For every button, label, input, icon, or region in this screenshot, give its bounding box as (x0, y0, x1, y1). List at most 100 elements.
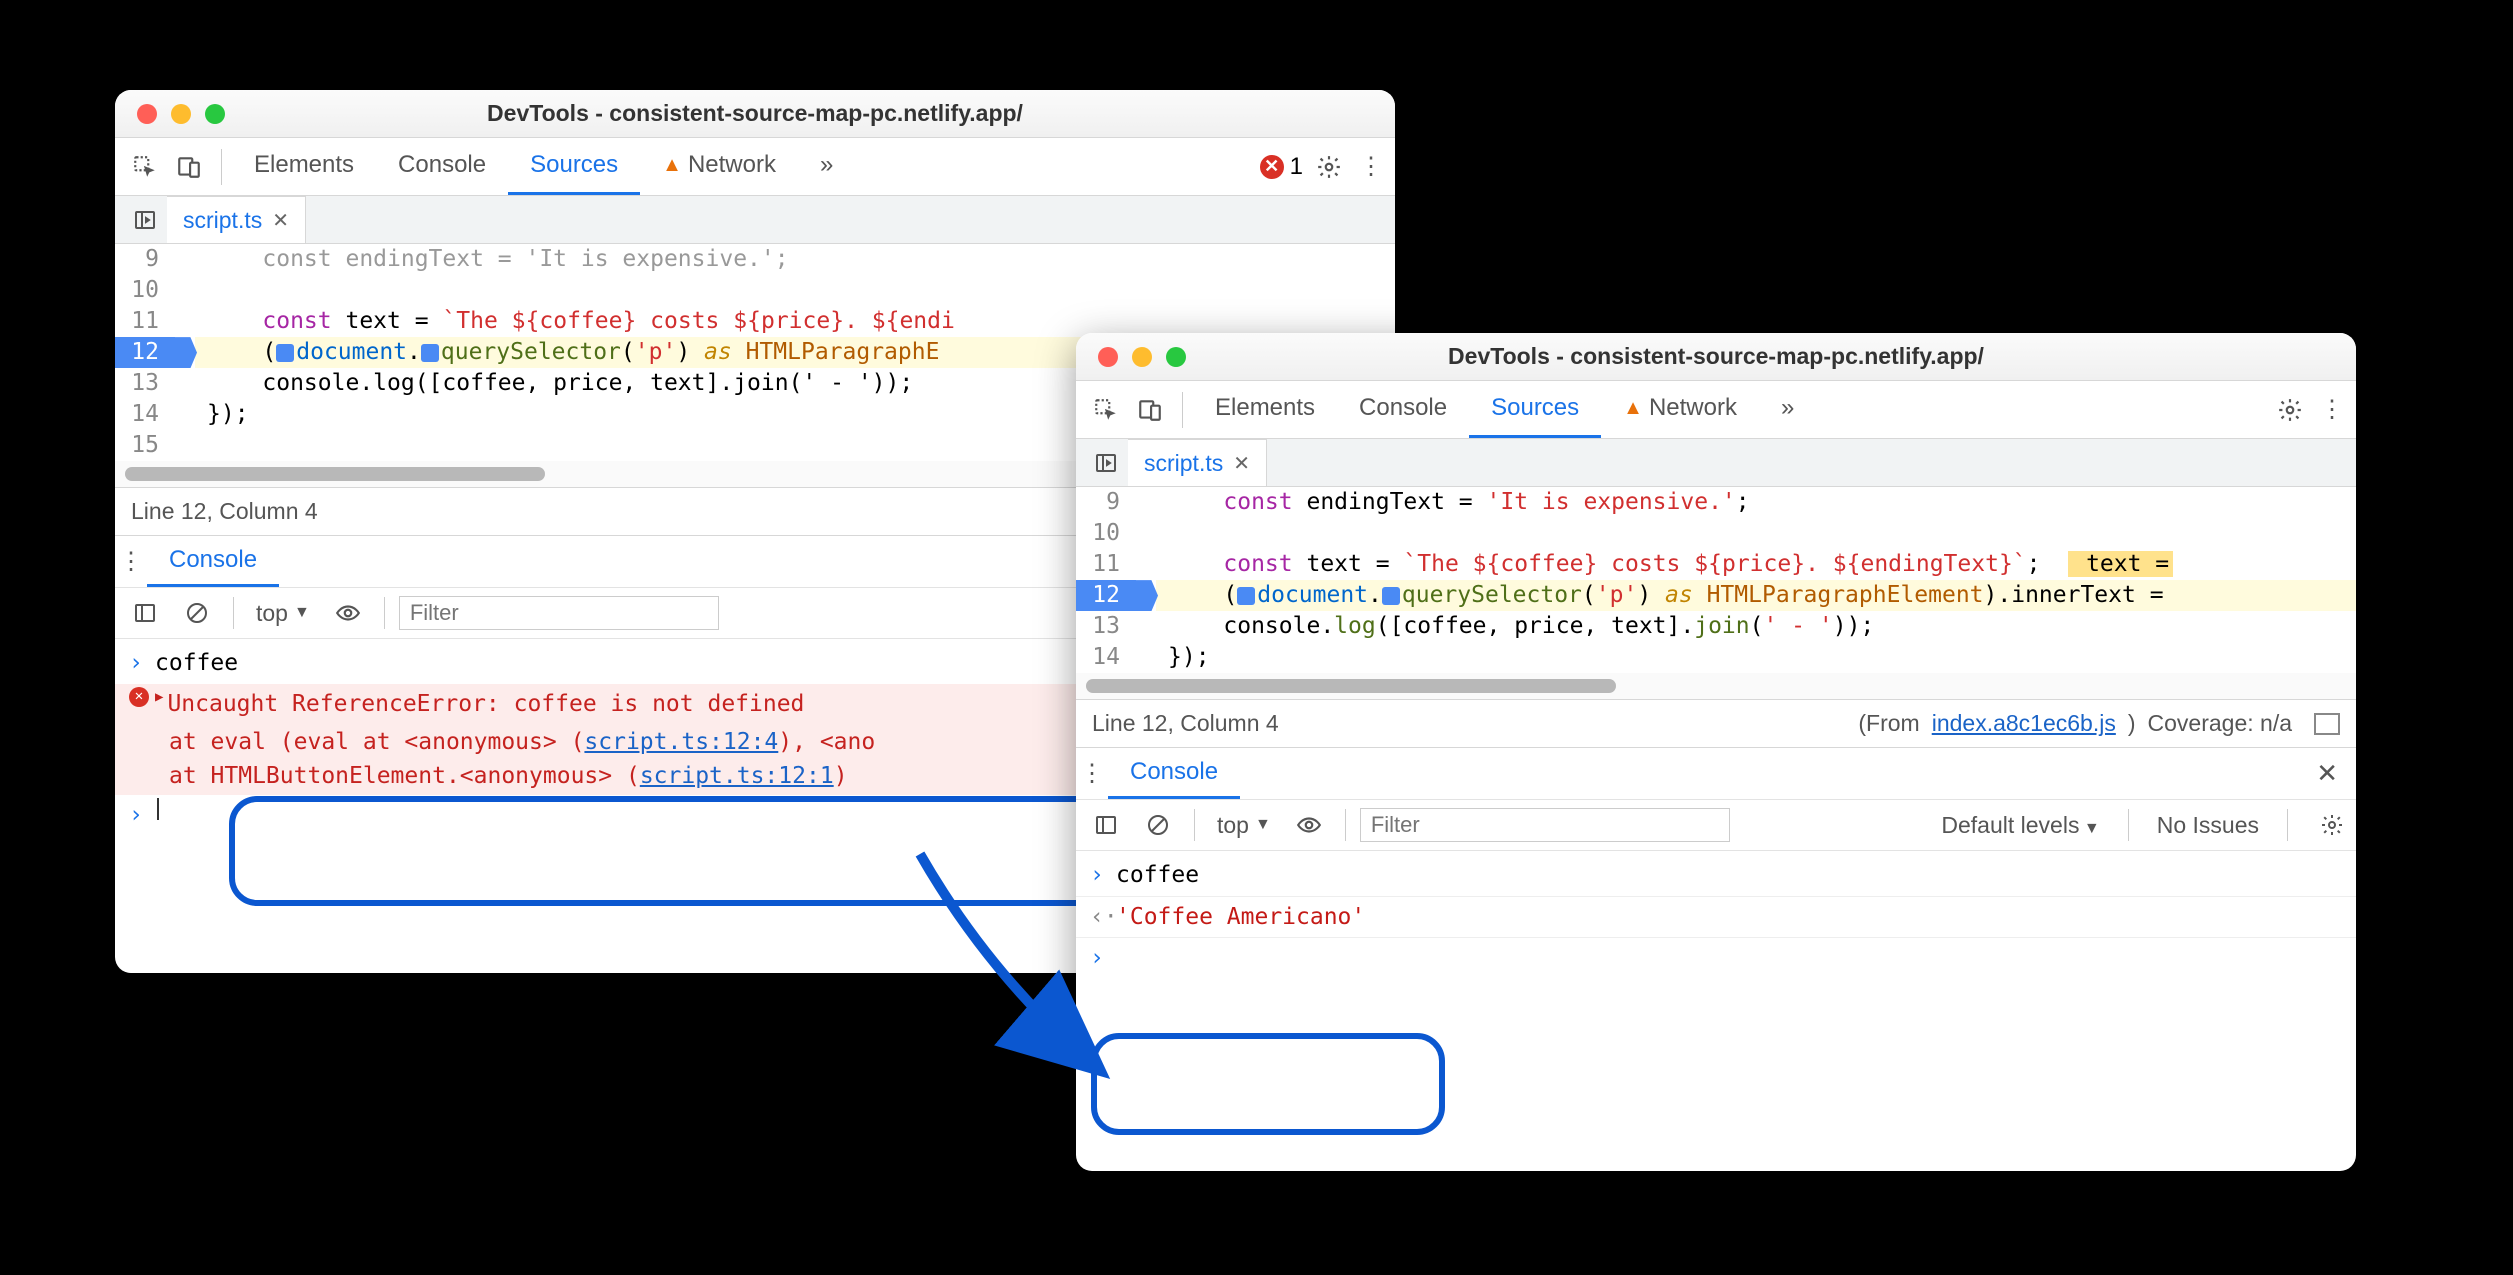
sourcemap-link[interactable]: index.a8c1ec6b.js (1932, 710, 2116, 737)
horizontal-scrollbar[interactable] (1076, 673, 2356, 699)
inspect-icon[interactable] (125, 147, 165, 187)
filter-input[interactable] (1360, 808, 1730, 842)
filter-input[interactable] (399, 596, 719, 630)
prompt-icon: › (1090, 858, 1116, 893)
drawer-tab-console[interactable]: Console (1108, 748, 1240, 799)
device-toolbar-icon[interactable] (169, 147, 209, 187)
cursor (157, 798, 159, 820)
maximize-window-icon[interactable] (205, 104, 225, 124)
prompt-icon: › (129, 798, 155, 833)
console-error-message: Uncaught ReferenceError: coffee is not d… (167, 687, 804, 722)
tab-console[interactable]: Console (376, 138, 508, 195)
minimize-window-icon[interactable] (171, 104, 191, 124)
more-menu-icon[interactable]: ⋮ (1355, 151, 1387, 183)
window-title: DevTools - consistent-source-map-pc.netl… (115, 100, 1395, 127)
property-badge-icon (276, 344, 294, 362)
gutter-13: 13 (115, 368, 195, 399)
live-expression-icon[interactable] (328, 593, 368, 633)
log-levels-selector[interactable]: Default levels ▼ (1941, 812, 2099, 839)
prompt-icon: › (1090, 941, 1116, 976)
cursor-position: Line 12, Column 4 (1092, 710, 1279, 737)
issues-label[interactable]: No Issues (2157, 812, 2259, 839)
error-icon: ✕ (129, 687, 149, 707)
tab-elements[interactable]: Elements (232, 138, 376, 195)
tab-sources[interactable]: Sources (1469, 381, 1601, 438)
main-toolbar: Elements Console Sources Network » ✕ 1 ⋮ (115, 138, 1395, 196)
drawer-close-icon[interactable]: ✕ (2298, 758, 2356, 789)
clear-console-icon[interactable] (1138, 805, 1178, 845)
console-result-value: 'Coffee Americano' (1116, 900, 1365, 935)
gutter-12: 12 (115, 337, 195, 368)
settings-icon[interactable] (2274, 394, 2306, 426)
more-menu-icon[interactable]: ⋮ (2316, 394, 2348, 426)
stack-link-1[interactable]: script.ts:12:4 (584, 729, 778, 755)
live-expression-icon[interactable] (1289, 805, 1329, 845)
tab-network[interactable]: Network (1601, 381, 1759, 438)
navigator-toggle-icon[interactable] (125, 200, 165, 240)
devtools-window-b: DevTools - consistent-source-map-pc.netl… (1076, 333, 2356, 1171)
gutter-11: 11 (1076, 549, 1156, 580)
console-input-line: coffee (1116, 858, 1199, 893)
close-window-icon[interactable] (1098, 347, 1118, 367)
tab-sources[interactable]: Sources (508, 138, 640, 195)
error-icon: ✕ (1260, 155, 1284, 179)
coverage-label: Coverage: n/a (2148, 710, 2292, 737)
file-tab-script[interactable]: script.ts ✕ (1128, 439, 1267, 486)
gutter-12: 12 (1076, 580, 1156, 611)
titlebar[interactable]: DevTools - consistent-source-map-pc.netl… (115, 90, 1395, 138)
result-icon: ‹· (1090, 900, 1116, 935)
titlebar[interactable]: DevTools - consistent-source-map-pc.netl… (1076, 333, 2356, 381)
tab-network[interactable]: Network (640, 138, 798, 195)
drawer-more-icon[interactable]: ⋮ (115, 546, 147, 578)
console-settings-icon[interactable] (2316, 809, 2348, 841)
property-badge-icon (1382, 587, 1400, 605)
maximize-window-icon[interactable] (1166, 347, 1186, 367)
console-toolbar: top▼ Default levels ▼ No Issues (1076, 799, 2356, 851)
gutter-15: 15 (115, 430, 195, 461)
settings-icon[interactable] (1313, 151, 1345, 183)
tab-console[interactable]: Console (1337, 381, 1469, 438)
clear-console-icon[interactable] (177, 593, 217, 633)
inspect-icon[interactable] (1086, 390, 1126, 430)
gutter-11: 11 (115, 306, 195, 337)
console-input-line: coffee (155, 646, 238, 681)
editor-statusbar: Line 12, Column 4 (From index.a8c1ec6b.j… (1076, 699, 2356, 747)
main-toolbar: Elements Console Sources Network » ⋮ (1076, 381, 2356, 439)
cursor-position: Line 12, Column 4 (131, 498, 318, 525)
file-tab-row: script.ts ✕ (115, 196, 1395, 244)
file-tab-script[interactable]: script.ts ✕ (167, 196, 306, 243)
file-tab-label: script.ts (183, 207, 262, 234)
context-selector[interactable]: top▼ (248, 600, 318, 627)
coverage-icon[interactable] (2314, 713, 2340, 735)
code-editor[interactable]: 9 const endingText = 'It is expensive.';… (1076, 487, 2356, 673)
drawer-tab-console[interactable]: Console (147, 536, 279, 587)
property-badge-icon (1237, 587, 1255, 605)
error-count[interactable]: ✕ 1 (1260, 153, 1303, 181)
navigator-toggle-icon[interactable] (1086, 443, 1126, 483)
more-tabs-icon[interactable]: » (1759, 381, 1816, 438)
gutter-13: 13 (1076, 611, 1156, 642)
gutter-14: 14 (1076, 642, 1156, 673)
gutter-9: 9 (1076, 487, 1156, 518)
context-selector[interactable]: top▼ (1209, 812, 1279, 839)
prompt-icon: › (129, 646, 155, 681)
close-window-icon[interactable] (137, 104, 157, 124)
inline-value-text: text = (2068, 551, 2173, 577)
gutter-10: 10 (115, 275, 195, 306)
stack-link-2[interactable]: script.ts:12:1 (640, 763, 834, 789)
sidebar-toggle-icon[interactable] (125, 593, 165, 633)
more-tabs-icon[interactable]: » (798, 138, 855, 195)
file-close-icon[interactable]: ✕ (1233, 451, 1250, 476)
drawer-more-icon[interactable]: ⋮ (1076, 758, 1108, 790)
file-close-icon[interactable]: ✕ (272, 208, 289, 233)
window-title: DevTools - consistent-source-map-pc.netl… (1076, 343, 2356, 370)
tab-elements[interactable]: Elements (1193, 381, 1337, 438)
file-tab-label: script.ts (1144, 450, 1223, 477)
console-body[interactable]: › coffee ‹· 'Coffee Americano' › (1076, 851, 2356, 983)
device-toolbar-icon[interactable] (1130, 390, 1170, 430)
gutter-10: 10 (1076, 518, 1156, 549)
sidebar-toggle-icon[interactable] (1086, 805, 1126, 845)
error-count-value: 1 (1290, 153, 1303, 181)
drawer-header: ⋮ Console ✕ (1076, 747, 2356, 799)
minimize-window-icon[interactable] (1132, 347, 1152, 367)
